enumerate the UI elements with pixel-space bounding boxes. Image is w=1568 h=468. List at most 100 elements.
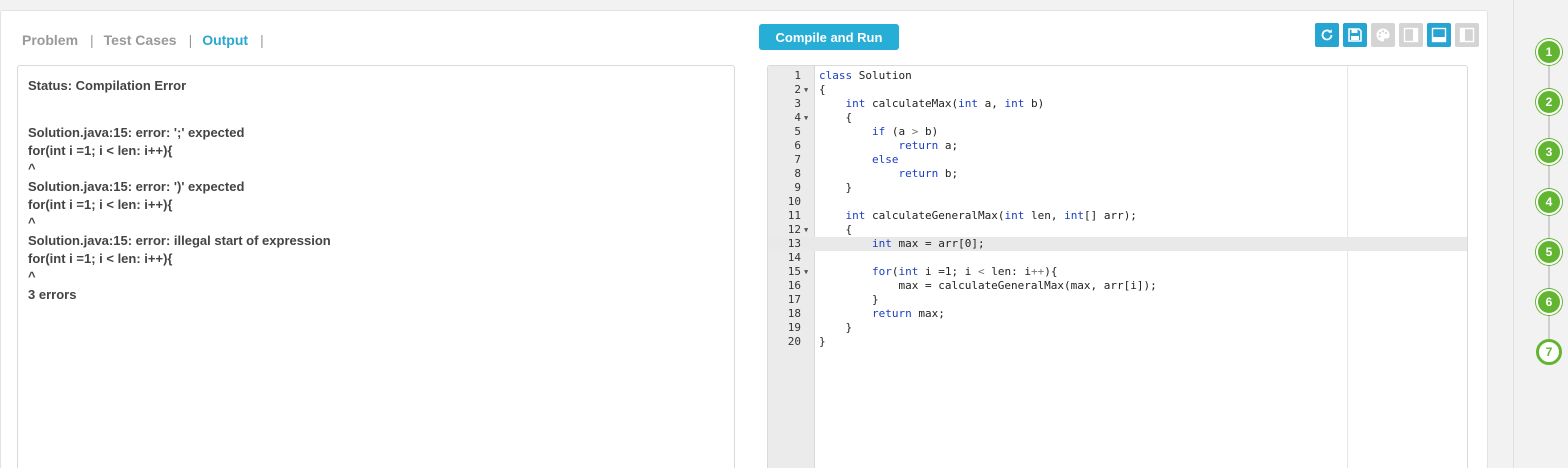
line-number: 3 xyxy=(794,97,801,110)
code-text: return a; xyxy=(898,139,959,152)
code-text: int calculateMax(int a, int b) xyxy=(845,97,1045,110)
code-line[interactable]: 13 int max = arr[0]; xyxy=(768,237,1467,251)
code-text: } xyxy=(819,293,879,306)
code-line[interactable]: 10 xyxy=(768,195,1467,209)
tab-bar: Problem | Test Cases | Output | xyxy=(22,30,274,50)
progress-step[interactable]: 4 xyxy=(1536,189,1562,215)
fold-toggle-icon[interactable]: ▼ xyxy=(804,111,808,125)
tab-problem[interactable]: Problem xyxy=(22,32,78,48)
tab-output[interactable]: Output xyxy=(202,32,248,48)
save-icon xyxy=(1348,28,1362,42)
output-line: ^ xyxy=(28,269,36,284)
fold-toggle-icon[interactable]: ▼ xyxy=(804,265,808,279)
line-number: 13 xyxy=(787,237,801,250)
code-text: max = calculateGeneralMax(max, arr[i]); xyxy=(819,279,1157,292)
code-line[interactable]: 17 } xyxy=(768,293,1467,307)
line-number: 12 xyxy=(787,223,801,236)
output-line: Solution.java:15: error: ';' expected xyxy=(28,125,245,140)
code-text: } xyxy=(819,321,853,334)
line-number: 17 xyxy=(787,293,801,306)
line-number: 2 xyxy=(794,83,801,96)
code-line[interactable]: 14 xyxy=(768,251,1467,265)
progress-step[interactable]: 6 xyxy=(1536,289,1562,315)
code-line[interactable]: 19 } xyxy=(768,321,1467,335)
code-line[interactable]: 7 else xyxy=(768,153,1467,167)
line-number: 5 xyxy=(794,125,801,138)
reset-button[interactable] xyxy=(1315,23,1339,47)
line-number: 19 xyxy=(787,321,801,334)
fold-toggle-icon[interactable]: ▼ xyxy=(804,83,808,97)
code-text: return max; xyxy=(871,307,945,320)
fold-toggle-icon[interactable]: ▼ xyxy=(804,223,808,237)
code-lines[interactable]: 1 class Solution 2 ▼{3 int calculateMax(int… xyxy=(768,69,1467,349)
compiler-output: Solution.java:15: error: ';' expected for… xyxy=(28,124,724,304)
line-number: 10 xyxy=(787,195,801,208)
progress-sidebar: 1 2 3 4 5 6 7 xyxy=(1513,0,1568,468)
code-line[interactable]: 2 ▼ { xyxy=(768,83,1467,97)
tab-separator: | xyxy=(188,32,193,48)
tab-separator: | xyxy=(90,32,94,48)
code-line[interactable]: 6 return a; xyxy=(768,139,1467,153)
code-line[interactable]: 4 ▼ { xyxy=(768,111,1467,125)
code-line[interactable]: 15 ▼ for(int i =1; i < len: i++){ xyxy=(768,265,1467,279)
code-line[interactable]: 20} xyxy=(768,335,1467,349)
code-text: for(int i =1; i < len: i++){ xyxy=(871,265,1058,278)
progress-step[interactable]: 5 xyxy=(1536,239,1562,265)
layout-left-button[interactable] xyxy=(1455,23,1479,47)
line-number: 9 xyxy=(794,181,801,194)
progress-step[interactable]: 3 xyxy=(1536,139,1562,165)
code-text: return b; xyxy=(898,167,959,180)
layout-side-panel-icon xyxy=(1403,27,1419,43)
code-text: class Solution xyxy=(819,69,912,82)
tab-separator: | xyxy=(260,32,264,48)
layout-bottom-panel-icon xyxy=(1431,27,1447,43)
line-number: 20 xyxy=(787,335,801,348)
output-panel: Status: Compilation Error Solution.java:… xyxy=(17,65,735,468)
output-line: Solution.java:15: error: ')' expected xyxy=(28,179,245,194)
editor-toolbar xyxy=(1315,23,1479,47)
output-line: ^ xyxy=(28,161,36,176)
code-line[interactable]: 8 return b; xyxy=(768,167,1467,181)
code-text: if (a > b) xyxy=(871,125,939,138)
save-button[interactable] xyxy=(1343,23,1367,47)
output-line: 3 errors xyxy=(28,287,77,302)
code-line[interactable]: 18 return max; xyxy=(768,307,1467,321)
output-line: Solution.java:15: error: illegal start o… xyxy=(28,233,331,248)
code-line[interactable]: 11 int calculateGeneralMax(int len, int[… xyxy=(768,209,1467,223)
code-text: } xyxy=(819,335,826,348)
line-number: 6 xyxy=(794,139,801,152)
code-line[interactable]: 5 if (a > b) xyxy=(768,125,1467,139)
code-text: { xyxy=(819,111,853,124)
progress-step[interactable]: 1 xyxy=(1536,39,1562,65)
reset-icon xyxy=(1321,29,1333,41)
output-line: for(int i =1; i < len: i++){ xyxy=(28,197,173,212)
code-text: int max = arr[0]; xyxy=(871,237,985,250)
line-number: 4 xyxy=(794,111,801,124)
line-number: 1 xyxy=(794,69,801,82)
output-line: for(int i =1; i < len: i++){ xyxy=(28,251,173,266)
progress-step[interactable]: 7 xyxy=(1536,339,1562,365)
code-text: else xyxy=(871,153,899,166)
code-line[interactable]: 1 class Solution xyxy=(768,69,1467,83)
main-panel: Problem | Test Cases | Output | Status: … xyxy=(0,10,1488,468)
line-number: 8 xyxy=(794,167,801,180)
code-line[interactable]: 16 max = calculateGeneralMax(max, arr[i]… xyxy=(768,279,1467,293)
code-line[interactable]: 3 int calculateMax(int a, int b) xyxy=(768,97,1467,111)
compile-status: Status: Compilation Error xyxy=(28,78,187,93)
line-number: 18 xyxy=(787,307,801,320)
line-number: 15 xyxy=(787,265,801,278)
code-line[interactable]: 12 ▼ { xyxy=(768,223,1467,237)
tab-test-cases[interactable]: Test Cases xyxy=(104,32,177,48)
code-line[interactable]: 9 } xyxy=(768,181,1467,195)
code-editor[interactable]: 1 class Solution 2 ▼{3 int calculateMax(int… xyxy=(767,65,1468,468)
progress-step[interactable]: 2 xyxy=(1536,89,1562,115)
code-text: } xyxy=(819,181,853,194)
output-line: for(int i =1; i < len: i++){ xyxy=(28,143,173,158)
theme-button[interactable] xyxy=(1371,23,1395,47)
layout-side-button[interactable] xyxy=(1399,23,1423,47)
line-number: 11 xyxy=(787,209,801,222)
line-number: 14 xyxy=(787,251,801,264)
layout-bottom-button[interactable] xyxy=(1427,23,1451,47)
compile-and-run-button[interactable]: Compile and Run xyxy=(759,24,899,50)
theme-palette-icon xyxy=(1376,28,1390,42)
